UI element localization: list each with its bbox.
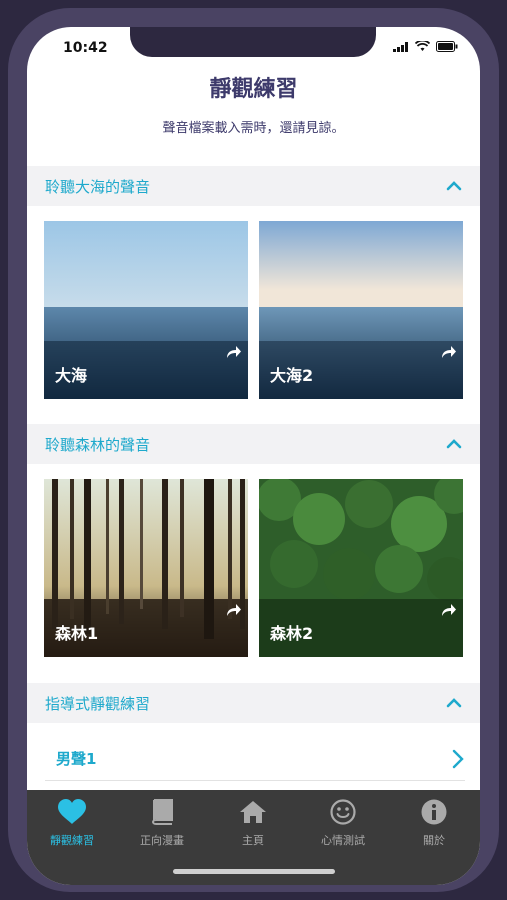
tab-label: 靜觀練習 [50, 834, 94, 847]
heart-icon [58, 799, 86, 824]
section-header-forest[interactable]: 聆聽森林的聲音 [27, 424, 480, 464]
tab-label: 心情測試 [321, 834, 365, 847]
tab-about[interactable]: 關於 [399, 798, 469, 848]
audio-card[interactable]: 森林2 [259, 479, 463, 657]
card-label: 大海 [55, 366, 88, 385]
card-label: 森林2 [270, 624, 314, 643]
tab-home[interactable]: 主頁 [218, 798, 288, 848]
home-indicator [173, 869, 335, 874]
info-icon [421, 799, 447, 825]
page-subtitle: 聲音檔案載入需時，還請見諒。 [162, 121, 345, 136]
chevron-up-icon [446, 698, 462, 708]
tab-meditation[interactable]: 靜觀練習 [37, 798, 107, 848]
share-icon[interactable] [226, 345, 242, 359]
tab-label: 主頁 [242, 834, 264, 847]
audio-card[interactable]: 大海2 [259, 221, 463, 399]
share-icon[interactable] [226, 603, 242, 617]
status-time: 10:42 [63, 40, 108, 56]
chevron-up-icon [446, 181, 462, 191]
share-icon[interactable] [441, 345, 457, 359]
book-icon [151, 799, 173, 825]
section-title: 聆聽森林的聲音 [45, 435, 151, 454]
card-label: 森林1 [55, 624, 99, 643]
section-header-guided[interactable]: 指導式靜觀練習 [27, 683, 480, 723]
section-title: 指導式靜觀練習 [45, 694, 151, 713]
list-item[interactable]: 男聲1 [45, 737, 465, 781]
home-icon [240, 801, 266, 823]
notch [130, 27, 376, 57]
smile-icon [330, 799, 356, 825]
section-title: 聆聽大海的聲音 [45, 177, 151, 196]
chevron-up-icon [446, 439, 462, 449]
status-icons [393, 41, 458, 52]
tab-label: 關於 [423, 834, 445, 847]
chevron-right-icon [452, 749, 464, 768]
signal-icon [393, 41, 408, 52]
battery-icon [436, 41, 458, 52]
tab-comics[interactable]: 正向漫畫 [127, 798, 197, 848]
tab-label: 正向漫畫 [140, 834, 184, 847]
tab-mood-test[interactable]: 心情測試 [308, 798, 378, 848]
list-item-label: 男聲1 [56, 750, 97, 768]
section-header-ocean[interactable]: 聆聽大海的聲音 [27, 166, 480, 206]
audio-card[interactable]: 大海 [44, 221, 248, 399]
share-icon[interactable] [441, 603, 457, 617]
page-title: 靜觀練習 [209, 77, 298, 102]
wifi-icon [415, 41, 430, 51]
audio-card[interactable]: 森林1 [44, 479, 248, 657]
app-screen: 10:42 靜觀練習 聲音檔案載入需時，還請見諒。 聆聽大海的聲音 大海 大海2… [27, 27, 480, 885]
card-label: 大海2 [270, 366, 314, 385]
